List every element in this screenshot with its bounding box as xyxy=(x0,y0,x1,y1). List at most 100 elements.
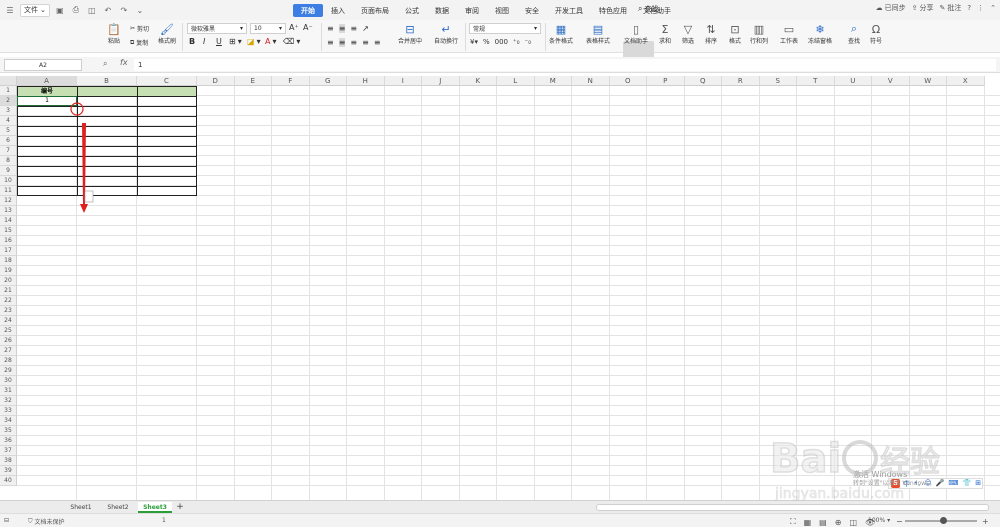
share-button[interactable]: ⇪ 分享 xyxy=(912,3,934,13)
worksheet-button[interactable]: ▭ 工作表 xyxy=(780,22,798,46)
sync-button[interactable]: ☁ 已同步 xyxy=(876,3,906,13)
cut-button[interactable]: ✂ 剪切 xyxy=(130,24,149,33)
wrap-text-button[interactable]: ↵ 自动换行 xyxy=(434,22,458,46)
number-format-value: 常规 xyxy=(473,26,486,33)
collapse-icon[interactable]: ⌃ xyxy=(990,4,996,12)
table-style-icon: ▤ xyxy=(592,22,604,36)
horizontal-align-group[interactable]: ≡ ≡ ≡ ≡ ≡ xyxy=(327,38,381,47)
paste-button[interactable]: 📋 粘贴 xyxy=(106,22,122,46)
font-size-select[interactable]: 10 ▾ xyxy=(250,23,286,34)
sort-button[interactable]: ⇅ 排序 xyxy=(703,22,719,46)
chevron-down-icon[interactable]: ⌄ xyxy=(134,4,146,16)
ime-item-4[interactable]: ⌨ xyxy=(948,479,958,489)
freeze-button[interactable]: ❄ 冻结窗格 xyxy=(808,22,832,46)
sheet-tab-2[interactable]: Sheet2 xyxy=(101,502,135,513)
tab-1[interactable]: 插入 xyxy=(323,4,353,17)
rowcol-button[interactable]: ▥ 行和列 xyxy=(750,22,768,46)
justify-icon[interactable]: ≡ xyxy=(362,38,369,47)
percent-button[interactable]: % xyxy=(483,38,490,46)
ime-item-5[interactable]: 👕 xyxy=(963,479,972,489)
zoom-level[interactable]: 100% ▾ xyxy=(868,517,890,524)
align-right-icon[interactable]: ≡ xyxy=(350,38,357,47)
fill-handle-marker[interactable] xyxy=(70,102,84,116)
preview-icon[interactable]: ◫ xyxy=(86,4,98,16)
tab-2[interactable]: 页面布局 xyxy=(353,4,397,17)
hamburger-icon[interactable]: ☰ xyxy=(4,4,16,16)
share-icon: ⇪ xyxy=(911,4,918,12)
file-menu-button[interactable]: 文件 ⌄ xyxy=(20,3,50,17)
decrease-decimal-icon[interactable]: ⁻₀ xyxy=(525,38,532,46)
underline-button[interactable]: U xyxy=(216,37,222,46)
search-box[interactable]: ⌕ 查找 xyxy=(638,4,658,14)
save-icon[interactable]: ▣ xyxy=(54,4,66,16)
status-bar: ⊟ ⛉ 文档未保护 1 ⛶ ▦ ▤ ⊕ ◫ 👁 100% ▾ − + xyxy=(0,513,1000,527)
protect-status[interactable]: ⛉ 文档未保护 xyxy=(28,517,65,527)
number-format-select[interactable]: 常规 ▾ xyxy=(469,23,541,34)
font-name-select[interactable]: 微软雅黑 ▾ xyxy=(187,23,247,34)
sum-button[interactable]: Σ 求和 xyxy=(657,22,673,46)
align-top-icon[interactable]: ≡ xyxy=(327,24,334,33)
merge-center-button[interactable]: ⊟ 合并居中 xyxy=(398,22,422,46)
ime-item-6[interactable]: ⊞ xyxy=(975,479,981,489)
tab-0[interactable]: 开始 xyxy=(293,4,323,17)
tab-5[interactable]: 审阅 xyxy=(457,4,487,17)
shrink-font-button[interactable]: A⁻ xyxy=(303,23,313,32)
sheet-view-icon[interactable]: ⊟ xyxy=(4,517,9,524)
italic-button[interactable]: I xyxy=(203,37,205,46)
reading-mode-icon[interactable]: ◫ xyxy=(849,518,857,527)
tab-6[interactable]: 视图 xyxy=(487,4,517,17)
print-icon[interactable]: ⎙ xyxy=(70,4,82,16)
help-button[interactable]: ? xyxy=(967,4,971,12)
sheet-tab-1[interactable]: Sheet1 xyxy=(64,502,98,513)
currency-icon[interactable]: ¥▾ xyxy=(470,38,478,46)
distribute-icon[interactable]: ≡ xyxy=(374,38,381,47)
zoom-in-button[interactable]: + xyxy=(982,517,989,526)
fullscreen-icon[interactable]: ⛶ xyxy=(790,517,796,527)
align-bottom-icon[interactable]: ≡ xyxy=(350,24,357,33)
name-box[interactable]: A2 xyxy=(4,59,82,71)
fx-icon[interactable]: fx xyxy=(120,58,128,67)
divider xyxy=(182,23,183,51)
orientation-icon[interactable]: ↗ xyxy=(362,24,369,33)
thousands-icon[interactable]: 000 xyxy=(495,38,508,46)
format-button[interactable]: ⊡ 格式 xyxy=(727,22,743,46)
add-sheet-button[interactable]: + xyxy=(175,502,185,513)
formula-input[interactable]: 1 xyxy=(134,59,996,71)
page-layout-icon[interactable]: ▤ xyxy=(819,518,827,527)
border-button[interactable]: ⊞ ▾ xyxy=(229,37,242,46)
zoom-slider-knob[interactable] xyxy=(940,517,947,524)
sheet-tab-3[interactable]: Sheet3 xyxy=(138,502,172,513)
tab-4[interactable]: 数据 xyxy=(427,4,457,17)
filter-button[interactable]: ▽ 筛选 xyxy=(680,22,696,46)
clear-button[interactable]: ⌫ ▾ xyxy=(283,37,300,46)
page-break-icon[interactable]: ⊕ xyxy=(835,518,842,527)
conditional-format-button[interactable]: ▦ 条件格式 xyxy=(549,22,573,46)
zoom-out-button[interactable]: − xyxy=(896,517,903,526)
table-style-button[interactable]: ▤ 表格样式 xyxy=(586,22,610,46)
vertical-align-group[interactable]: ≡ ≡ ≡ ↗ xyxy=(327,24,369,33)
align-left-icon[interactable]: ≡ xyxy=(327,38,334,47)
more-icon[interactable]: ⋮ xyxy=(977,4,984,12)
tab-3[interactable]: 公式 xyxy=(397,4,427,17)
tab-9[interactable]: 特色应用 xyxy=(591,4,635,17)
font-color-button[interactable]: A ▾ xyxy=(265,37,277,46)
align-center-icon[interactable]: ≡ xyxy=(338,38,346,47)
undo-icon[interactable]: ↶ xyxy=(102,4,114,16)
chevron-down-icon: ▾ xyxy=(278,25,282,32)
symbol-button[interactable]: Ω 符号 xyxy=(868,22,884,46)
align-middle-icon[interactable]: ≡ xyxy=(338,24,346,33)
copy-button[interactable]: ⧉ 复制 xyxy=(130,38,148,48)
doc-helper-button[interactable]: ▯ 文档助手 xyxy=(624,22,648,46)
bold-button[interactable]: B xyxy=(189,37,195,46)
tab-8[interactable]: 开发工具 xyxy=(547,4,591,17)
redo-icon[interactable]: ↷ xyxy=(118,4,130,16)
find-button[interactable]: ⌕ 查找 xyxy=(846,22,862,45)
tab-7[interactable]: 安全 xyxy=(517,4,547,17)
grow-font-button[interactable]: A⁺ xyxy=(289,23,299,32)
format-painter-button[interactable]: 🖌 格式刷 xyxy=(158,22,176,46)
normal-view-icon[interactable]: ▦ xyxy=(804,518,812,527)
zoom-formula-icon[interactable]: ⌕ xyxy=(103,59,107,69)
increase-decimal-icon[interactable]: ⁺₀ xyxy=(513,38,520,46)
comment-button[interactable]: ✎ 批注 xyxy=(940,3,962,13)
fill-color-button[interactable]: ◪ ▾ xyxy=(247,37,261,46)
